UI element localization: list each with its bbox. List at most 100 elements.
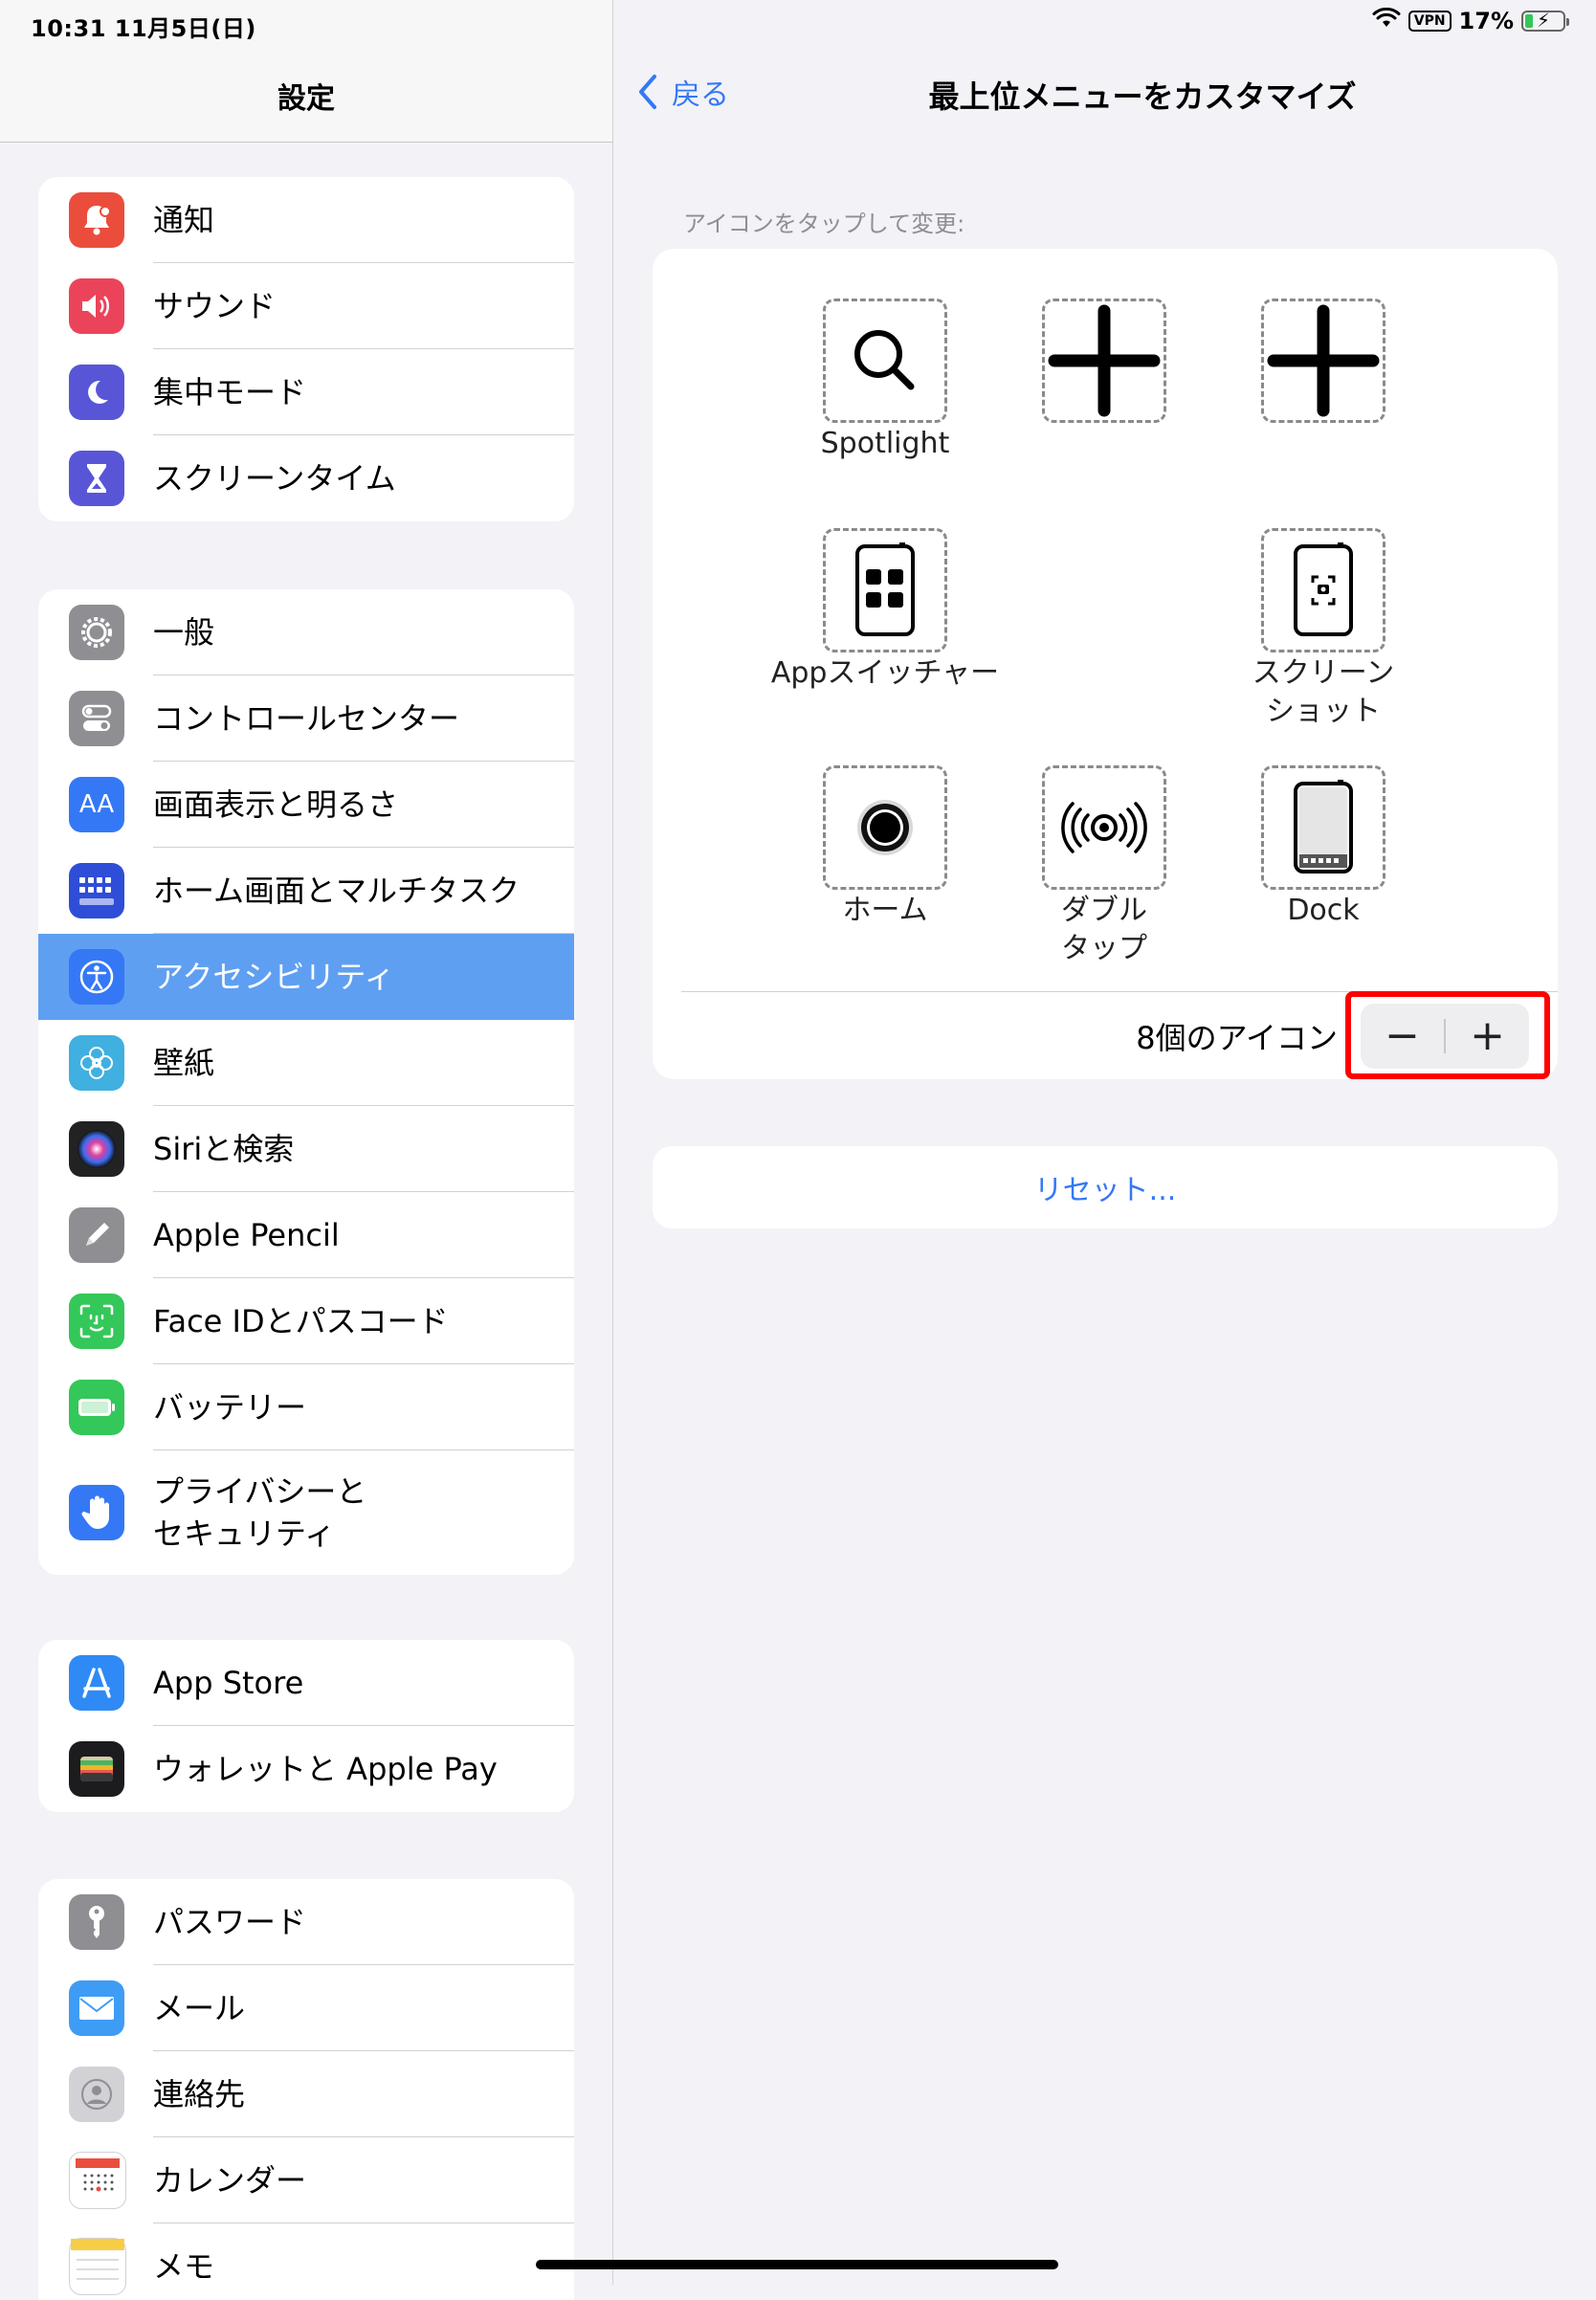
sidebar-item-label: 画面表示と明るさ: [153, 786, 399, 823]
sidebar-item-control-center[interactable]: コントロールセンター: [38, 675, 574, 762]
slot-app-switcher[interactable]: [823, 528, 947, 652]
wifi-icon: [1372, 7, 1401, 34]
toggles-icon: [69, 691, 124, 746]
pencil-icon: [69, 1207, 124, 1263]
section-hint: アイコンをタップして変更:: [683, 210, 965, 237]
settings-group-apps: パスワード メール 連絡先 カレンダー メモ: [38, 1879, 574, 2300]
slot-screenshot[interactable]: [1261, 528, 1385, 652]
sidebar-item-notes[interactable]: メモ: [38, 2223, 574, 2300]
sidebar-item-label: パスワード: [153, 1904, 307, 1940]
slot-dock[interactable]: [1261, 765, 1385, 890]
settings-group-notifications: 通知 サウンド 集中モード スクリーンタイム: [38, 177, 574, 521]
search-icon: [854, 330, 915, 390]
hourglass-icon: [69, 451, 124, 506]
sidebar-item-general[interactable]: 一般: [38, 589, 574, 675]
sidebar-item-label: コントロールセンター: [153, 700, 460, 737]
accessibility-icon: [69, 949, 124, 1005]
settings-group-general: 一般 コントロールセンター AA 画面表示と明るさ ホーム画面とマルチタスク ア…: [38, 589, 574, 1575]
slot-home[interactable]: [823, 765, 947, 890]
sidebar-item-face-id[interactable]: Face IDとパスコード: [38, 1278, 574, 1364]
mail-icon: [69, 1980, 124, 2036]
contacts-icon: [69, 2067, 124, 2122]
slot-double-tap[interactable]: [1042, 765, 1166, 890]
reset-button[interactable]: リセット...: [653, 1146, 1558, 1228]
slot-label: Appスイッチャー: [770, 656, 1000, 690]
slot-empty-2[interactable]: [1261, 299, 1385, 423]
double-tap-icon: [1061, 802, 1147, 853]
sidebar-item-screen-time[interactable]: スクリーンタイム: [38, 435, 574, 521]
sidebar-title: 設定: [277, 82, 335, 116]
grid-icon: [69, 863, 124, 918]
sidebar-item-focus[interactable]: 集中モード: [38, 349, 574, 435]
screenshot-icon: [1294, 542, 1353, 636]
sidebar-item-label: Face IDとパスコード: [153, 1303, 449, 1339]
sidebar-item-siri[interactable]: Siriと検索: [38, 1106, 574, 1192]
sidebar-item-label: 通知: [153, 202, 215, 238]
sidebar-item-label: 集中モード: [153, 374, 307, 410]
highlight-box: [1345, 991, 1550, 1079]
sidebar-item-privacy[interactable]: プライバシーと セキュリティ: [38, 1450, 574, 1575]
sidebar-item-accessibility[interactable]: アクセシビリティ: [38, 934, 574, 1020]
bell-icon: [69, 192, 124, 248]
sidebar-item-label: Apple Pencil: [153, 1217, 340, 1253]
slot-spotlight[interactable]: [823, 299, 947, 423]
hand-icon: [69, 1485, 124, 1540]
sidebar-item-label: 連絡先: [153, 2076, 246, 2112]
page-title: 最上位メニューをカスタマイズ: [928, 78, 1357, 115]
settings-group-store: App Store ウォレットと Apple Pay: [38, 1640, 574, 1812]
sidebar-item-mail[interactable]: メール: [38, 1965, 574, 2051]
slot-empty-1[interactable]: [1042, 299, 1166, 423]
settings-sidebar: 設定 通知 サウンド 集中モード スクリーンタイム 一般 コントロールセンター …: [0, 0, 613, 2300]
sidebar-item-label: ウォレットと Apple Pay: [153, 1751, 498, 1787]
sidebar-item-label: Siriと検索: [153, 1131, 295, 1167]
sidebar-item-app-store[interactable]: App Store: [38, 1640, 574, 1726]
sidebar-item-label: カレンダー: [153, 2162, 307, 2199]
key-icon: [69, 1894, 124, 1950]
notes-icon: [69, 2238, 126, 2295]
sidebar-item-wallpaper[interactable]: 壁紙: [38, 1020, 574, 1106]
app-switcher-icon: [855, 542, 915, 636]
battery-percent: 17%: [1458, 8, 1514, 34]
sidebar-item-sounds[interactable]: サウンド: [38, 263, 574, 349]
sidebar-item-notifications[interactable]: 通知: [38, 177, 574, 263]
sidebar-item-apple-pencil[interactable]: Apple Pencil: [38, 1192, 574, 1278]
sidebar-item-label: メール: [153, 1990, 246, 2026]
reset-label: リセット...: [1033, 1174, 1177, 1207]
sidebar-item-label: メモ: [153, 2248, 215, 2285]
slot-label: スクリーン ショット: [1252, 656, 1395, 728]
moon-icon: [69, 365, 124, 420]
status-time-date: 10:31 11月5日(日): [31, 15, 256, 42]
sidebar-item-label: スクリーンタイム: [153, 460, 396, 497]
slot-label: ダブル タップ: [1061, 894, 1147, 965]
gear-icon: [69, 605, 124, 660]
battery-status-icon: ⚡: [1521, 10, 1569, 32]
vpn-badge: VPN: [1408, 11, 1452, 32]
face-id-icon: [69, 1294, 124, 1349]
sidebar-item-contacts[interactable]: 連絡先: [38, 2051, 574, 2137]
icon-count-label: 8個のアイコン: [1136, 1020, 1338, 1056]
plus-icon: [1267, 304, 1380, 417]
slot-label: ホーム: [842, 894, 928, 927]
speaker-icon: [69, 278, 124, 334]
sidebar-item-label: プライバシーと セキュリティ: [153, 1473, 367, 1552]
flower-icon: [69, 1035, 124, 1091]
sidebar-item-label: バッテリー: [153, 1389, 307, 1426]
sidebar-item-home-screen[interactable]: ホーム画面とマルチタスク: [38, 848, 574, 934]
sidebar-item-display[interactable]: AA 画面表示と明るさ: [38, 762, 574, 848]
slot-label: Dock: [1287, 894, 1360, 927]
plus-icon: [1048, 304, 1161, 417]
slot-label: Spotlight: [820, 427, 950, 460]
icon-grid-card: Spotlight Appスイッチャー スクリーン ショット ホーム ダブル タ…: [653, 249, 1558, 1079]
wallet-icon: [69, 1741, 124, 1797]
sidebar-item-label: ホーム画面とマルチタスク: [153, 873, 521, 909]
sidebar-item-label: 一般: [153, 614, 215, 651]
app-store-icon: [69, 1655, 124, 1711]
sidebar-item-battery[interactable]: バッテリー: [38, 1364, 574, 1450]
sidebar-item-label: アクセシビリティ: [153, 959, 395, 995]
sidebar-item-label: App Store: [153, 1665, 304, 1701]
battery-icon: [69, 1380, 124, 1435]
sidebar-item-wallet[interactable]: ウォレットと Apple Pay: [38, 1726, 574, 1812]
calendar-icon: [69, 2152, 126, 2209]
sidebar-item-calendar[interactable]: カレンダー: [38, 2137, 574, 2223]
sidebar-item-passwords[interactable]: パスワード: [38, 1879, 574, 1965]
